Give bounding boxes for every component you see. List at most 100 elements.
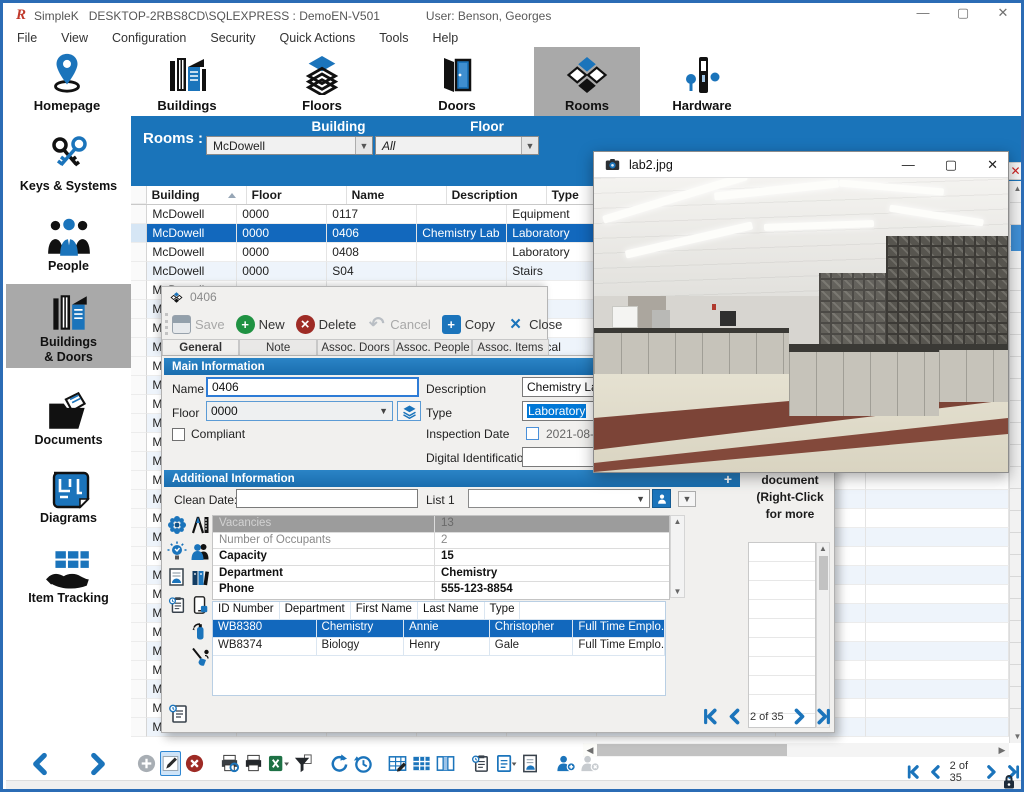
clean-date-field[interactable] (236, 489, 418, 508)
row-selector[interactable] (131, 433, 147, 452)
floor-select[interactable]: All ▼ (375, 136, 539, 155)
next-record-icon[interactable] (791, 708, 808, 725)
dialog-toolbar-button[interactable]: Save (172, 315, 225, 334)
vertical-scrollbar[interactable]: ▲ ▼ (1009, 181, 1024, 743)
edit-icon[interactable] (160, 751, 181, 776)
fire-extinguisher-icon[interactable] (189, 620, 211, 642)
sidebar-next-icon[interactable] (86, 752, 110, 776)
row-selector[interactable] (131, 718, 147, 737)
lighting-icon[interactable] (166, 540, 188, 562)
occupants-icon[interactable] (189, 540, 211, 562)
scrollbar-thumb[interactable] (819, 556, 828, 590)
scroll-up-icon[interactable]: ▲ (817, 544, 829, 553)
row-selector[interactable] (131, 205, 147, 224)
grid-edit-icon[interactable] (387, 751, 408, 776)
menu-item[interactable]: Help (432, 31, 458, 45)
next-record-icon[interactable] (984, 763, 999, 781)
row-selector[interactable] (131, 243, 147, 262)
delete-icon[interactable] (184, 751, 205, 776)
compliant-checkbox[interactable] (172, 428, 185, 441)
export-excel-icon[interactable] (267, 751, 290, 776)
row-selector[interactable] (131, 262, 147, 281)
row-selector[interactable] (131, 414, 147, 433)
menu-item[interactable]: File (17, 31, 37, 45)
row-selector[interactable] (131, 699, 147, 718)
collapse-section-icon[interactable]: ▼ (678, 491, 696, 507)
row-selector[interactable] (131, 376, 147, 395)
row-selector[interactable] (131, 471, 147, 490)
column-header[interactable]: First Name (351, 602, 418, 619)
list1-dropdown[interactable]: ▼ (468, 489, 650, 508)
maximize-icon[interactable]: ▢ (956, 5, 970, 21)
note-history-icon[interactable] (470, 751, 491, 776)
first-record-icon[interactable] (702, 708, 719, 725)
maximize-icon[interactable]: ▢ (945, 157, 957, 173)
property-row[interactable]: Vacancies 13 (213, 516, 669, 533)
minimize-icon[interactable]: — (916, 5, 930, 21)
documents-scrollbar[interactable]: ▲ (816, 542, 830, 728)
panel-close-icon[interactable]: ✕ (1007, 162, 1024, 180)
menu-item[interactable]: View (61, 31, 88, 45)
row-selector[interactable] (131, 338, 147, 357)
row-selector[interactable] (131, 547, 147, 566)
tab-floors[interactable]: Floors (269, 47, 375, 116)
print-preview-icon[interactable] (219, 751, 240, 776)
close-icon[interactable]: ✕ (987, 157, 998, 173)
tab-buildings[interactable]: Buildings (134, 47, 240, 116)
row-selector[interactable] (131, 585, 147, 604)
horizontal-scrollbar[interactable]: ◀ ▶ (583, 743, 1009, 757)
catalog-icon[interactable] (189, 566, 211, 588)
close-icon[interactable]: ✕ (996, 5, 1010, 21)
notes-icon[interactable] (167, 702, 189, 724)
dialog-tab[interactable]: Assoc. Doors (317, 339, 394, 356)
tab-rooms[interactable]: Rooms (534, 47, 640, 116)
column-header[interactable]: Name (347, 186, 447, 204)
row-selector[interactable] (131, 509, 147, 528)
scrollbar-thumb[interactable] (1011, 225, 1024, 251)
sidebar-item-keys-systems[interactable]: Keys & Systems (6, 121, 131, 197)
column-header[interactable]: ID Number (213, 602, 280, 619)
documents-list[interactable] (748, 542, 816, 728)
print-icon[interactable] (243, 751, 264, 776)
dialog-toolbar-button[interactable]: Delete (296, 315, 357, 334)
row-selector[interactable] (131, 300, 147, 319)
menu-item[interactable]: Quick Actions (280, 31, 356, 45)
measure-icon[interactable] (189, 514, 211, 536)
work-document-icon[interactable] (520, 751, 541, 776)
row-selector[interactable] (131, 490, 147, 509)
tab-homepage[interactable]: Homepage (14, 47, 120, 116)
scrollbar-thumb[interactable] (597, 744, 787, 756)
scroll-down-icon[interactable]: ▼ (671, 587, 684, 596)
history-notes-icon[interactable] (166, 594, 188, 616)
property-row[interactable]: Capacity 15 (213, 549, 669, 566)
scroll-down-icon[interactable]: ▼ (1010, 729, 1024, 743)
dialog-toolbar-button[interactable]: New (236, 315, 285, 334)
property-row[interactable]: Number of Occupants 2 (213, 533, 669, 550)
filter-icon[interactable] (293, 751, 314, 776)
scroll-right-icon[interactable]: ▶ (995, 743, 1009, 757)
property-row[interactable]: Department Chemistry (213, 566, 669, 583)
sidebar-item-documents[interactable]: Documents (6, 375, 131, 451)
table-row[interactable]: WB8380 Chemistry Annie Christopher Full … (213, 620, 665, 638)
add-icon[interactable] (136, 751, 157, 776)
tab-doors[interactable]: Doors (404, 47, 510, 116)
floor-dropdown[interactable]: 0000▼ (206, 401, 393, 421)
row-selector[interactable] (131, 642, 147, 661)
hvac-icon[interactable] (166, 514, 188, 536)
columns-icon[interactable] (435, 751, 456, 776)
cleaning-icon[interactable] (189, 646, 211, 668)
person-add-icon[interactable] (555, 751, 576, 776)
row-selector[interactable] (131, 224, 147, 243)
sidebar-previous-icon[interactable] (28, 752, 52, 776)
inspection-date-checkbox[interactable] (526, 427, 539, 440)
minimize-icon[interactable]: — (902, 157, 915, 173)
refresh-icon[interactable] (328, 751, 349, 776)
row-selector[interactable] (131, 281, 147, 300)
row-selector[interactable] (131, 452, 147, 471)
name-field[interactable]: 0406 (206, 377, 419, 397)
list1-person-button[interactable] (652, 489, 671, 508)
row-selector[interactable] (131, 528, 147, 547)
column-header[interactable]: Last Name (418, 602, 485, 619)
person-remove-icon[interactable] (579, 751, 600, 776)
properties-scrollbar[interactable]: ▲▼ (670, 515, 685, 598)
